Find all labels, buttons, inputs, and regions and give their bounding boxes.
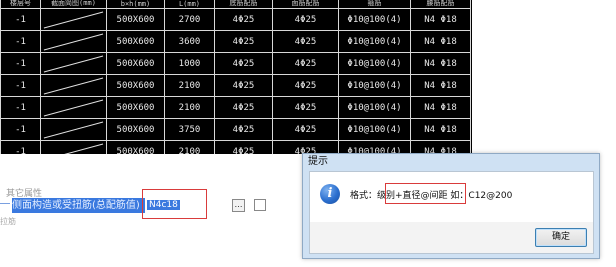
property-checkbox[interactable] — [254, 199, 266, 211]
section-sketch-cell — [40, 8, 107, 31]
table-header-cell: L(mm) — [164, 0, 215, 9]
table-cell: 4Φ25 — [214, 74, 273, 97]
table-cell: 4Φ25 — [214, 96, 273, 119]
table-row: -1 500X600 3750 4Φ25 4Φ25 Φ10@100(4) N4 Φ18 — [0, 118, 471, 141]
section-sketch-cell — [40, 74, 107, 97]
table-cell: 4Φ25 — [272, 52, 339, 75]
table-cell: Φ10@100(4) — [338, 140, 411, 154]
info-icon: i — [320, 184, 340, 204]
beam-schedule: 楼层号 截面简图(mm) b×h(mm) L(mm) 底筋配筋 面筋配筋 箍筋 腰筋配筋 -1 5… — [0, 0, 471, 154]
table-cell: 1000 — [164, 52, 215, 75]
table-cell: N4 Φ18 — [410, 118, 471, 141]
table-cell: 2100 — [164, 140, 215, 154]
hint-dialog: 提示 i 格式：级别+直径@间距 如：C12@200 确定 — [302, 153, 600, 259]
table-cell: N4 Φ18 — [410, 8, 471, 31]
section-sketch-cell — [40, 140, 107, 154]
table-cell: N4 Φ18 — [410, 30, 471, 53]
table-cell: 4Φ25 — [272, 8, 339, 31]
message-highlight-box — [385, 183, 466, 204]
table-cell: 4Φ25 — [272, 118, 339, 141]
table-cell: 500X600 — [106, 96, 165, 119]
section-sketch-cell — [40, 96, 107, 119]
table-cell: Φ10@100(4) — [338, 30, 411, 53]
property-row-side-rebar[interactable]: 侧面构造或受扭筋(总配筋值) N4c18 … — [0, 189, 270, 219]
table-row: -1 500X600 2700 4Φ25 4Φ25 Φ10@100(4) N4 Φ18 — [0, 8, 471, 31]
section-sketch-cell — [40, 30, 107, 53]
table-cell: Φ10@100(4) — [338, 8, 411, 31]
table-row: -1 500X600 1000 4Φ25 4Φ25 Φ10@100(4) N4 Φ18 — [0, 52, 471, 75]
table-cell: Φ10@100(4) — [338, 74, 411, 97]
table-cell: 500X600 — [106, 30, 165, 53]
table-cell: 500X600 — [106, 118, 165, 141]
dialog-body: i 格式：级别+直径@间距 如：C12@200 确定 — [309, 171, 594, 254]
table-cell: Φ10@100(4) — [338, 118, 411, 141]
table-cell: N4 Φ18 — [410, 96, 471, 119]
table-cell: 4Φ25 — [214, 30, 273, 53]
collapse-line-icon — [0, 203, 10, 204]
table-cell: 500X600 — [106, 8, 165, 31]
table-cell: -1 — [0, 118, 41, 141]
table-cell: Φ10@100(4) — [338, 52, 411, 75]
message-prefix: 格式： — [350, 191, 378, 201]
table-cell: 500X600 — [106, 74, 165, 97]
table-cell: 4Φ25 — [214, 140, 273, 154]
table-row: -1 500X600 3600 4Φ25 4Φ25 Φ10@100(4) N4 Φ18 — [0, 30, 471, 53]
table-header-cell: 箍筋 — [338, 0, 411, 9]
dialog-content: i 格式：级别+直径@间距 如：C12@200 — [310, 172, 593, 222]
table-cell: 4Φ25 — [272, 30, 339, 53]
table-cell: 3600 — [164, 30, 215, 53]
table-cell: -1 — [0, 96, 41, 119]
table-cell: 4Φ25 — [272, 74, 339, 97]
table-cell: 4Φ25 — [214, 118, 273, 141]
table-cell: 4Φ25 — [214, 8, 273, 31]
table-cell: 500X600 — [106, 52, 165, 75]
table-cell: 4Φ25 — [272, 96, 339, 119]
table-header-cell: 面筋配筋 — [272, 0, 339, 9]
table-row: -1 500X600 2100 4Φ25 4Φ25 Φ10@100(4) N4 Φ18 — [0, 140, 471, 154]
section-sketch-cell — [40, 118, 107, 141]
table-cell: 2700 — [164, 8, 215, 31]
table-cell: 4Φ25 — [272, 140, 339, 154]
next-property-label: 拉筋 — [0, 217, 16, 226]
table-cell: -1 — [0, 74, 41, 97]
highlight-box — [142, 189, 207, 219]
table-cell: 2100 — [164, 96, 215, 119]
table-cell: -1 — [0, 52, 41, 75]
table-row: -1 500X600 2100 4Φ25 4Φ25 Φ10@100(4) N4 Φ18 — [0, 74, 471, 97]
table-cell: -1 — [0, 8, 41, 31]
table-header-cell: 腰筋配筋 — [410, 0, 471, 9]
table-cell: 4Φ25 — [214, 52, 273, 75]
cad-beam-table: 楼层号 截面简图(mm) b×h(mm) L(mm) 底筋配筋 面筋配筋 箍筋 腰筋配筋 -1 5… — [0, 0, 472, 154]
table-header-cell: b×h(mm) — [106, 0, 165, 9]
property-panel: 其它属性 侧面构造或受扭筋(总配筋值) N4c18 … 拉筋 — [0, 186, 290, 226]
table-cell: N4 Φ18 — [410, 140, 471, 154]
table-cell: 3750 — [164, 118, 215, 141]
dialog-title: 提示 — [308, 156, 328, 167]
table-row: -1 500X600 2100 4Φ25 4Φ25 Φ10@100(4) N4 Φ18 — [0, 96, 471, 119]
table-header-row: 楼层号 截面简图(mm) b×h(mm) L(mm) 底筋配筋 面筋配筋 箍筋 腰筋配筋 — [0, 0, 471, 9]
table-cell: N4 Φ18 — [410, 52, 471, 75]
property-label[interactable]: 侧面构造或受扭筋(总配筋值) — [12, 198, 145, 213]
table-header-cell: 楼层号 — [0, 0, 41, 9]
table-header-cell: 底筋配筋 — [214, 0, 273, 9]
table-cell: -1 — [0, 30, 41, 53]
table-cell: 2100 — [164, 74, 215, 97]
table-cell: N4 Φ18 — [410, 74, 471, 97]
table-cell: -1 — [0, 140, 41, 154]
table-cell: Φ10@100(4) — [338, 96, 411, 119]
section-sketch-cell — [40, 52, 107, 75]
ellipsis-button[interactable]: … — [232, 199, 245, 212]
ok-button[interactable]: 确定 — [535, 228, 587, 247]
table-header-cell: 截面简图(mm) — [40, 0, 107, 9]
table-cell: 500X600 — [106, 140, 165, 154]
